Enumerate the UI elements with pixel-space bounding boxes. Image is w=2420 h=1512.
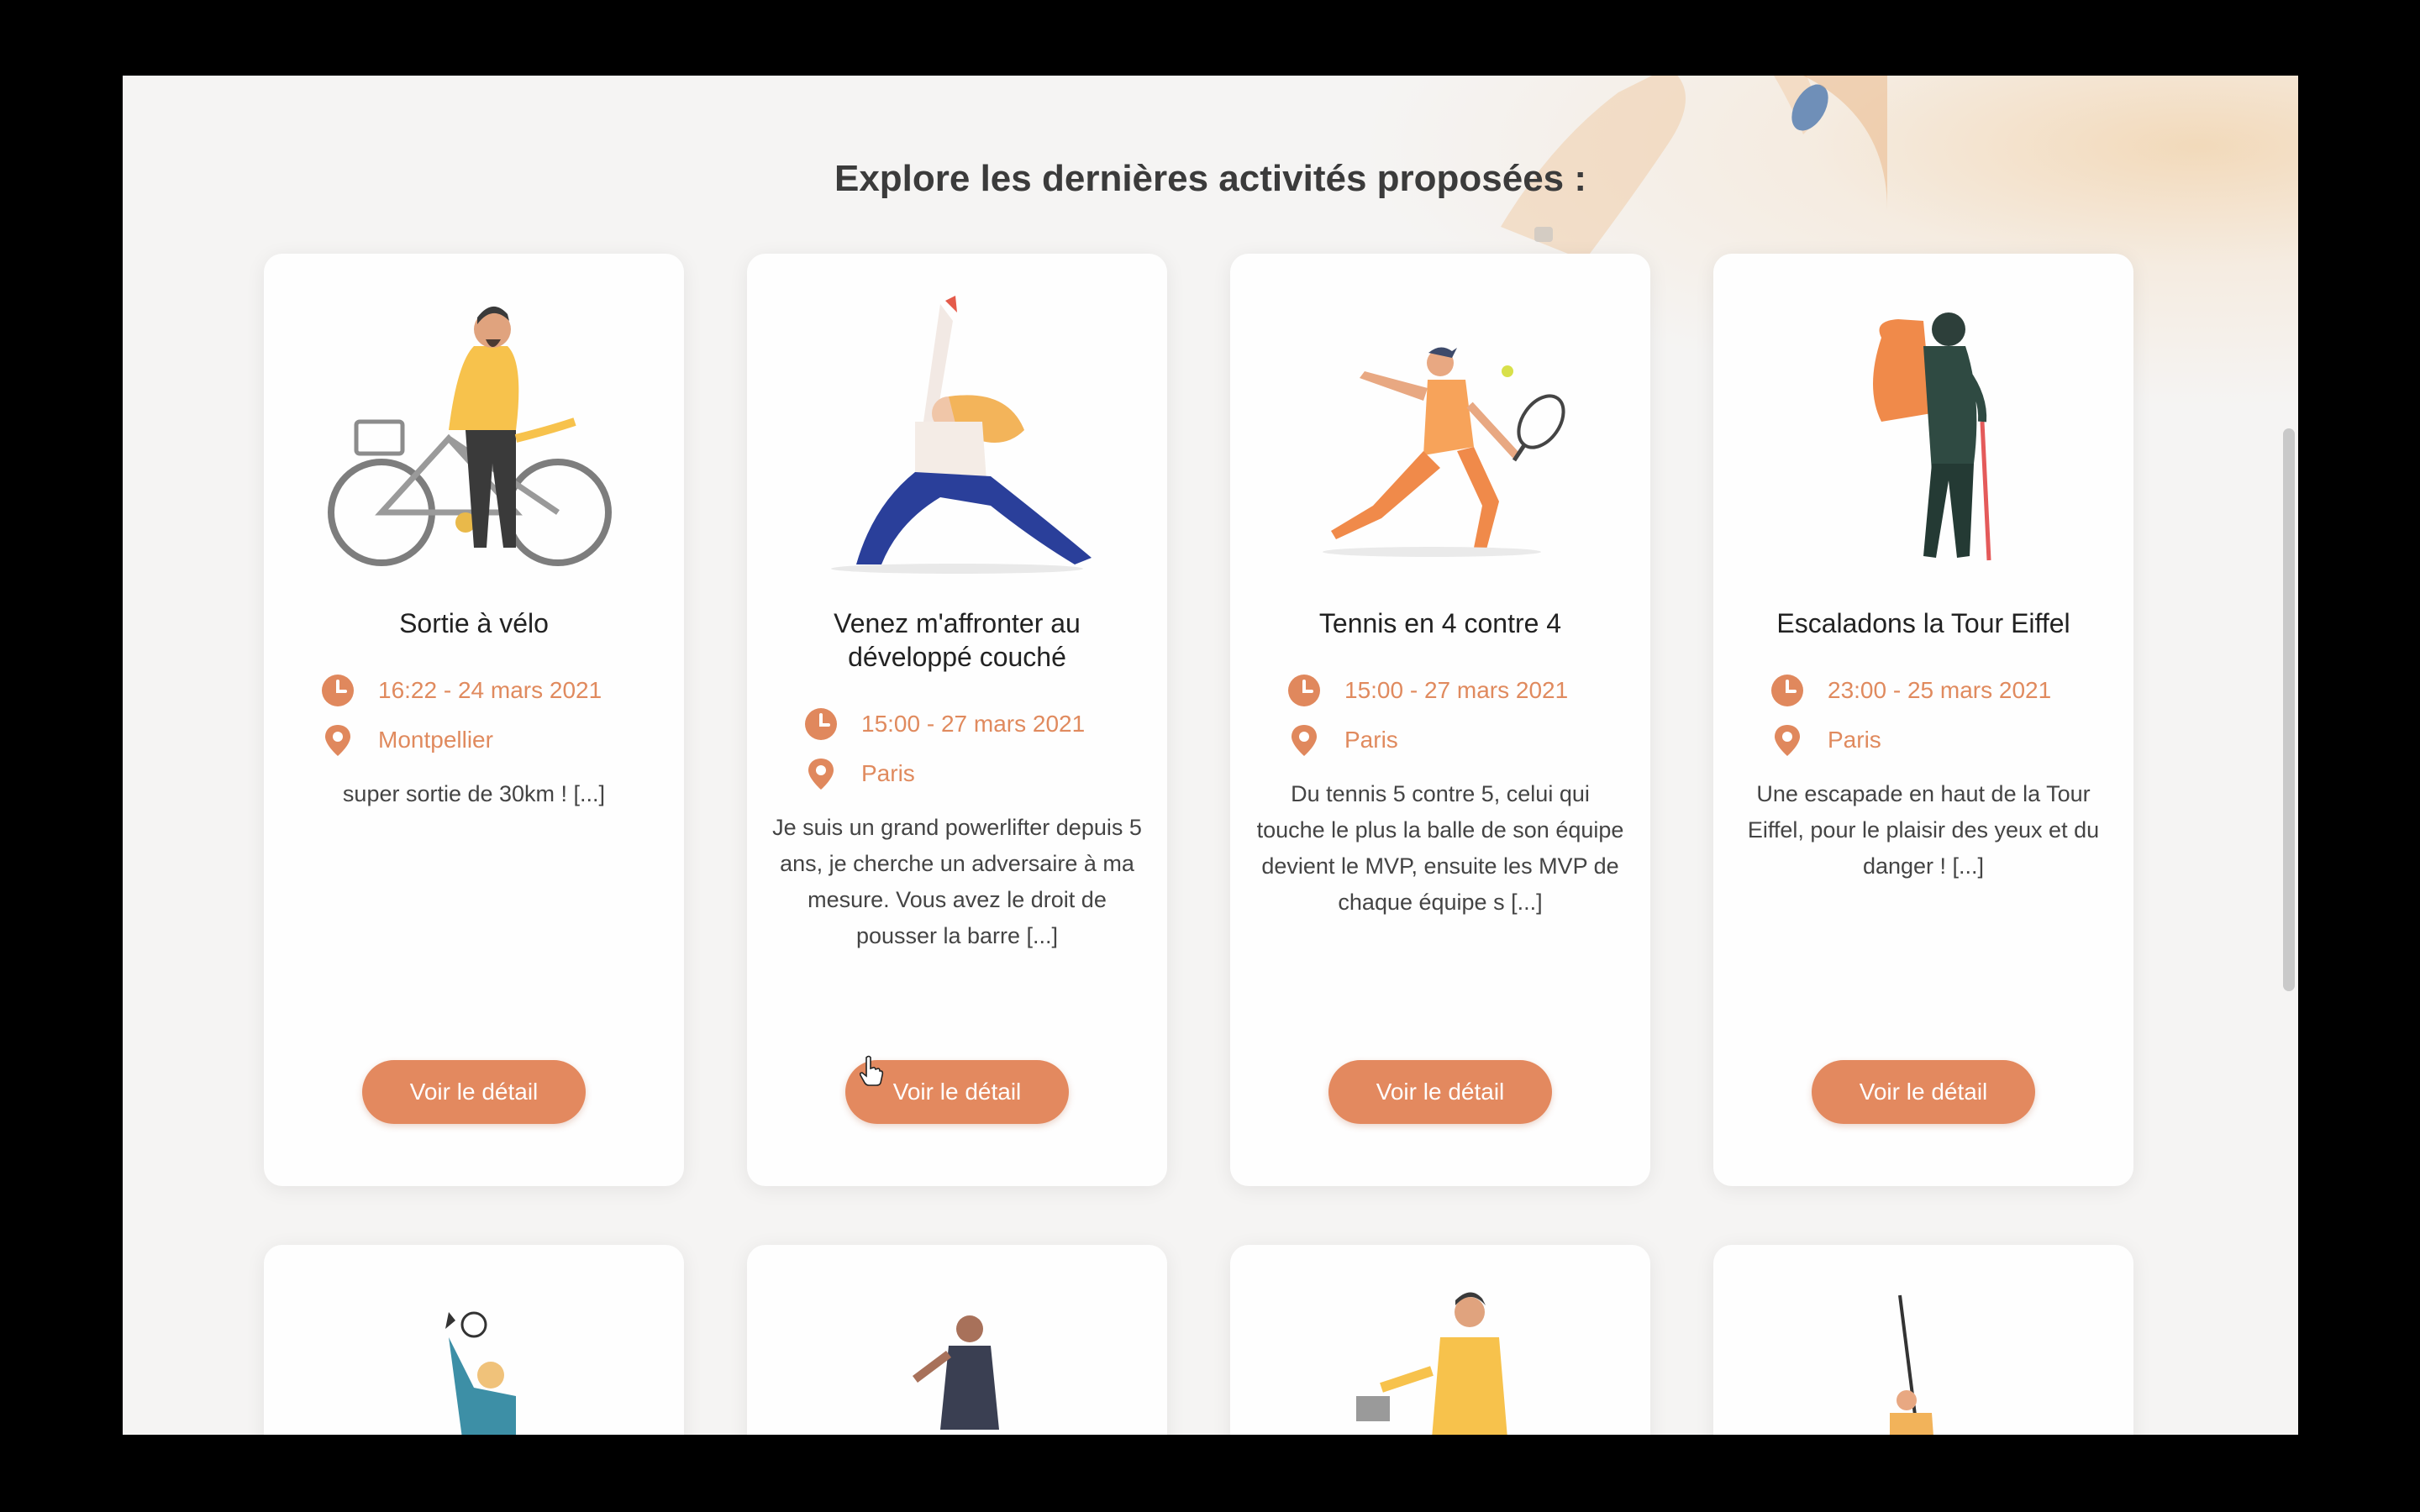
activity-card <box>264 1245 684 1435</box>
activity-time-text: 23:00 - 25 mars 2021 <box>1828 677 2052 703</box>
page-viewport: Explore les dernières activités proposée… <box>123 76 2298 1435</box>
section-title: Explore les dernières activités proposée… <box>834 158 1587 199</box>
activity-title: Sortie à vélo <box>399 608 549 638</box>
activity-description: Je suis un grand powerlifter depuis 5 an… <box>772 815 1142 948</box>
activity-meta: 15:00 - 27 mars 2021 Paris <box>804 707 1150 806</box>
activity-time-text: 15:00 - 27 mars 2021 <box>1344 677 1569 703</box>
football-player-illustration <box>445 1311 516 1435</box>
map-pin-icon <box>1775 725 1800 756</box>
activity-description: super sortie de 30km ! [...] <box>342 781 606 806</box>
activity-description: Du tennis 5 contre 5, celui qui touche l… <box>1256 781 1624 915</box>
activity-location: Paris <box>1287 723 1634 757</box>
activity-card: Sortie à vélo 16:22 - 24 mars 2021 Montp… <box>264 254 684 1186</box>
woman-stretching-illustration <box>831 296 1092 574</box>
activity-time: 23:00 - 25 mars 2021 <box>1770 674 2117 707</box>
clock-icon <box>805 708 837 740</box>
activity-location-text: Paris <box>861 760 915 786</box>
activity-time: 15:00 - 27 mars 2021 <box>804 707 1150 741</box>
activity-time: 16:22 - 24 mars 2021 <box>321 674 667 707</box>
activity-card <box>1230 1245 1650 1435</box>
hiker-with-backpack-illustration <box>1873 312 1991 561</box>
activity-time: 15:00 - 27 mars 2021 <box>1287 674 1634 707</box>
scrollbar[interactable] <box>2283 428 2295 991</box>
man-with-bicycle-illustration <box>328 306 612 566</box>
activity-location: Paris <box>804 757 1150 790</box>
activity-time-text: 16:22 - 24 mars 2021 <box>378 677 602 703</box>
activity-title: Escaladons la Tour Eiffel <box>1776 608 2070 638</box>
activity-time-text: 15:00 - 27 mars 2021 <box>861 711 1086 737</box>
activity-card: Escaladons la Tour Eiffel 23:00 - 25 mar… <box>1713 254 2133 1186</box>
activity-description: Une escapade en haut de la Tour Eiffel, … <box>1747 781 2100 879</box>
clock-icon <box>1288 675 1320 706</box>
activity-location-text: Montpellier <box>378 727 493 753</box>
hand-cursor-icon <box>859 1055 884 1086</box>
runner-illustration <box>913 1315 999 1430</box>
activity-title: Tennis en 4 contre 4 <box>1318 608 1562 638</box>
activity-title: Venez m'affronter au développé couché <box>834 608 1081 672</box>
activity-card: Tennis en 4 contre 4 15:00 - 27 mars 202… <box>1230 254 1650 1186</box>
activity-meta: 16:22 - 24 mars 2021 Montpellier <box>321 674 667 773</box>
activity-location-text: Paris <box>1828 727 1881 753</box>
activity-card: Venez m'affronter au développé couché 15… <box>747 254 1167 1186</box>
view-detail-button[interactable]: Voir le détail <box>1328 1060 1552 1124</box>
activity-location: Paris <box>1770 723 2117 757</box>
activity-location: Montpellier <box>321 723 667 757</box>
activity-card <box>747 1245 1167 1435</box>
clock-icon <box>322 675 354 706</box>
view-detail-button[interactable]: Voir le détail <box>362 1060 586 1124</box>
cyclist-illustration <box>1356 1292 1507 1435</box>
hiker-with-pole-illustration <box>1890 1294 1933 1435</box>
map-pin-icon <box>325 725 350 756</box>
activity-location-text: Paris <box>1344 727 1398 753</box>
activity-card <box>1713 1245 2133 1435</box>
clock-icon <box>1771 675 1803 706</box>
tennis-player-illustration <box>1323 347 1565 557</box>
activity-meta: 15:00 - 27 mars 2021 Paris <box>1287 674 1634 773</box>
activity-meta: 23:00 - 25 mars 2021 Paris <box>1770 674 2117 773</box>
view-detail-button[interactable]: Voir le détail <box>1812 1060 2035 1124</box>
map-pin-icon <box>1292 725 1317 756</box>
map-pin-icon <box>808 759 834 790</box>
